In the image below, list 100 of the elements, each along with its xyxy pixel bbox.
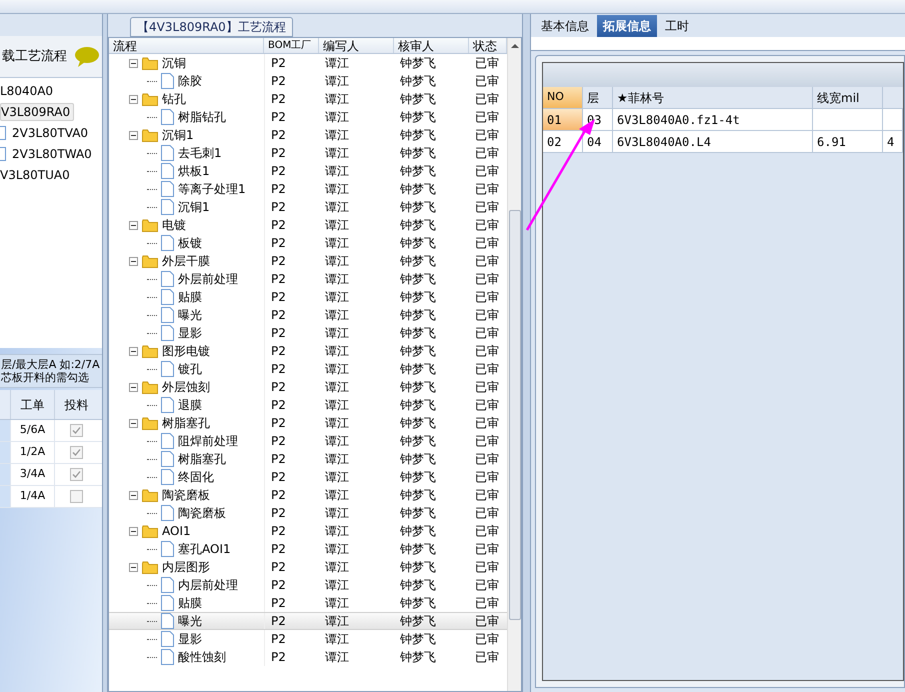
tab[interactable]: 拓展信息 bbox=[597, 15, 657, 37]
table-cell-text: 已审 bbox=[475, 631, 500, 648]
column-header[interactable]: BOM工厂 bbox=[264, 38, 320, 53]
collapse-icon[interactable] bbox=[129, 94, 138, 104]
collapse-icon[interactable] bbox=[129, 526, 138, 536]
checkbox[interactable] bbox=[70, 446, 83, 459]
table-cell-text: 谭江 bbox=[325, 289, 350, 306]
collapse-icon[interactable] bbox=[129, 490, 138, 500]
table-cell-text: 谭江 bbox=[325, 325, 350, 342]
table-cell-text: 谭江 bbox=[325, 235, 350, 252]
table-cell-text: P2 bbox=[271, 379, 286, 396]
table-cell-text: 已审 bbox=[475, 343, 500, 360]
collapse-icon[interactable] bbox=[129, 382, 138, 392]
table-cell-text: 5/6A bbox=[20, 422, 46, 438]
tree-item-label: 贴膜 bbox=[178, 595, 202, 612]
table-cell-text: 谭江 bbox=[325, 541, 350, 558]
column-header[interactable]: NO bbox=[543, 87, 583, 108]
column-header[interactable]: 流程 bbox=[109, 38, 264, 53]
column-header[interactable]: 层 bbox=[583, 87, 613, 108]
tree-item-label: 沉铜 bbox=[162, 55, 186, 72]
column-header[interactable]: 核审人 bbox=[394, 38, 470, 53]
tree-item-label: 外层干膜 bbox=[162, 253, 210, 270]
collapse-icon[interactable] bbox=[129, 130, 138, 140]
table-cell-text: 钟梦飞 bbox=[400, 379, 436, 396]
table-cell-text: P2 bbox=[271, 145, 286, 162]
checkbox[interactable] bbox=[70, 424, 83, 437]
table-cell-text: 04 bbox=[587, 134, 602, 150]
table-cell-text: 钟梦飞 bbox=[400, 145, 436, 162]
document-icon bbox=[161, 109, 174, 125]
collapse-icon[interactable] bbox=[129, 562, 138, 572]
tree-item-label: 显影 bbox=[178, 325, 202, 342]
table-cell-text: 01 bbox=[547, 112, 562, 128]
tree-item-label: 等离子处理1 bbox=[178, 181, 246, 198]
document-icon bbox=[161, 541, 174, 557]
table-cell-text: P2 bbox=[271, 613, 286, 630]
tree-item-label: 钻孔 bbox=[162, 91, 186, 108]
table-cell-text: 已审 bbox=[475, 127, 500, 144]
table-cell-text: 钟梦飞 bbox=[400, 523, 436, 540]
table-cell-text: P2 bbox=[271, 181, 286, 198]
table-cell-text: 已审 bbox=[475, 361, 500, 378]
collapse-icon[interactable] bbox=[129, 418, 138, 428]
process-list-item[interactable]: 2V3L80TVA0 bbox=[0, 124, 92, 142]
row-number-cell[interactable]: 01 bbox=[543, 109, 583, 130]
column-header[interactable]: 编写人 bbox=[319, 38, 394, 53]
tree-item-label: 终固化 bbox=[178, 469, 214, 486]
collapse-icon[interactable] bbox=[129, 256, 138, 266]
tab[interactable]: 工时 bbox=[659, 15, 695, 37]
table-cell-text: P2 bbox=[271, 631, 286, 648]
collapse-icon[interactable] bbox=[129, 346, 138, 356]
table-cell-text: 已审 bbox=[475, 217, 500, 234]
table-cell-text: 谭江 bbox=[325, 361, 350, 378]
folder-icon bbox=[142, 218, 158, 232]
table-cell-text: 钟梦飞 bbox=[400, 397, 436, 414]
table-cell-text: 已审 bbox=[475, 595, 500, 612]
table-cell-text: 钟梦飞 bbox=[400, 343, 436, 360]
document-icon bbox=[161, 289, 174, 305]
table-cell-text: 钟梦飞 bbox=[400, 217, 436, 234]
table-cell-text: P2 bbox=[271, 217, 286, 234]
table-cell-text: P2 bbox=[271, 163, 286, 180]
tree-row[interactable]: 曝光 P2 谭江 钟梦飞 已审 bbox=[109, 612, 508, 630]
process-list-item[interactable]: V3L80TUA0 bbox=[0, 166, 73, 184]
table-cell-text: 已审 bbox=[475, 109, 500, 126]
collapse-icon[interactable] bbox=[129, 58, 138, 68]
table-cell-text: 已审 bbox=[475, 289, 500, 306]
process-list-item[interactable]: 2V3L80TWA0 bbox=[0, 145, 95, 163]
table-cell-text: 已审 bbox=[475, 649, 500, 666]
scroll-up-icon[interactable] bbox=[510, 42, 519, 50]
table-cell-text: P2 bbox=[271, 523, 286, 540]
column-header: 投料 bbox=[54, 390, 98, 419]
document-icon bbox=[161, 235, 174, 251]
checkbox[interactable] bbox=[70, 468, 83, 481]
table-cell-text: P2 bbox=[271, 325, 286, 342]
collapse-icon[interactable] bbox=[129, 220, 138, 230]
table-cell-text: P2 bbox=[271, 289, 286, 306]
table-cell-text: 3/4A bbox=[20, 466, 46, 482]
table-cell-text: 钟梦飞 bbox=[400, 631, 436, 648]
table-cell-text: 钟梦飞 bbox=[400, 73, 436, 90]
process-list-item[interactable]: V3L809RA0 bbox=[0, 103, 74, 121]
table-cell-text: 谭江 bbox=[325, 163, 350, 180]
document-icon bbox=[161, 271, 174, 287]
table-cell-text: 谭江 bbox=[325, 55, 350, 72]
panel-title-tab[interactable]: 【4V3L809RA0】工艺流程 bbox=[130, 17, 293, 37]
process-list-item[interactable]: L8040A0 bbox=[0, 82, 56, 100]
table-cell-text: 已审 bbox=[475, 469, 500, 486]
table-cell-text: P2 bbox=[271, 469, 286, 486]
table-cell-text: 钟梦飞 bbox=[400, 361, 436, 378]
table-cell-text: 已审 bbox=[475, 55, 500, 72]
tree-item-label: 曝光 bbox=[178, 307, 202, 324]
table-cell-text: 已审 bbox=[475, 235, 500, 252]
document-icon bbox=[161, 505, 174, 521]
column-header[interactable]: 线宽mil bbox=[813, 87, 883, 108]
table-cell-text: 钟梦飞 bbox=[400, 271, 436, 288]
table-cell-text: 钟梦飞 bbox=[400, 505, 436, 522]
tree-item-label: 镀孔 bbox=[178, 361, 202, 378]
scrollbar[interactable] bbox=[507, 38, 522, 691]
tab[interactable]: 基本信息 bbox=[535, 15, 595, 37]
table-cell-text: 钟梦飞 bbox=[400, 127, 436, 144]
checkbox[interactable] bbox=[70, 490, 83, 503]
document-icon bbox=[161, 181, 174, 197]
column-header[interactable]: ★菲林号 bbox=[613, 87, 813, 108]
